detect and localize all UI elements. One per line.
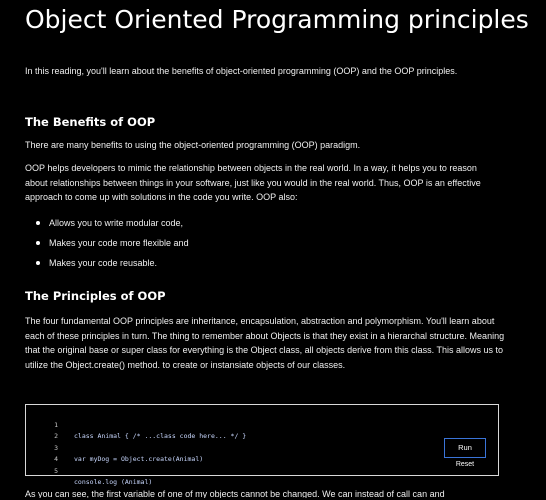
benefits-heading: The Benefits of OOP	[25, 115, 156, 129]
benefits-list: Allows you to write modular code, Makes …	[25, 213, 189, 273]
run-button[interactable]: Run	[444, 438, 486, 458]
reset-button[interactable]: Reset	[444, 461, 486, 468]
intro-paragraph: In this reading, you'll learn about the …	[25, 66, 458, 76]
benefits-body-paragraph: OOP helps developers to mimic the relati…	[25, 163, 481, 202]
benefits-lead-paragraph: There are many benefits to using the obj…	[25, 140, 361, 150]
code-text[interactable]: console.log (Animal)	[74, 477, 152, 489]
page-title: Object Oriented Programming principles	[25, 5, 529, 34]
code-lines[interactable]: 1 class Animal { /* ...class code here..…	[26, 408, 436, 487]
line-number: 5	[54, 466, 58, 475]
principles-paragraph: The four fundamental OOP principles are …	[25, 316, 505, 370]
code-line[interactable]: 2	[26, 420, 436, 440]
code-line[interactable]: 3 var myDog = Object.create(Animal)	[26, 431, 436, 464]
code-editor[interactable]: 1 class Animal { /* ...class code here..…	[25, 404, 499, 487]
code-line[interactable]: 4	[26, 443, 436, 463]
principles-heading: The Principles of OOP	[25, 289, 166, 303]
code-line[interactable]: 5 console.log (Animal)	[26, 454, 436, 487]
cut-off-paragraph: As you can see, the first variable of on…	[25, 489, 445, 498]
list-item: Allows you to write modular code,	[25, 213, 189, 233]
code-line[interactable]: 1 class Animal { /* ...class code here..…	[26, 408, 436, 441]
list-item: Makes your code more flexible and	[25, 233, 189, 253]
list-item: Makes your code reusable.	[25, 253, 189, 273]
